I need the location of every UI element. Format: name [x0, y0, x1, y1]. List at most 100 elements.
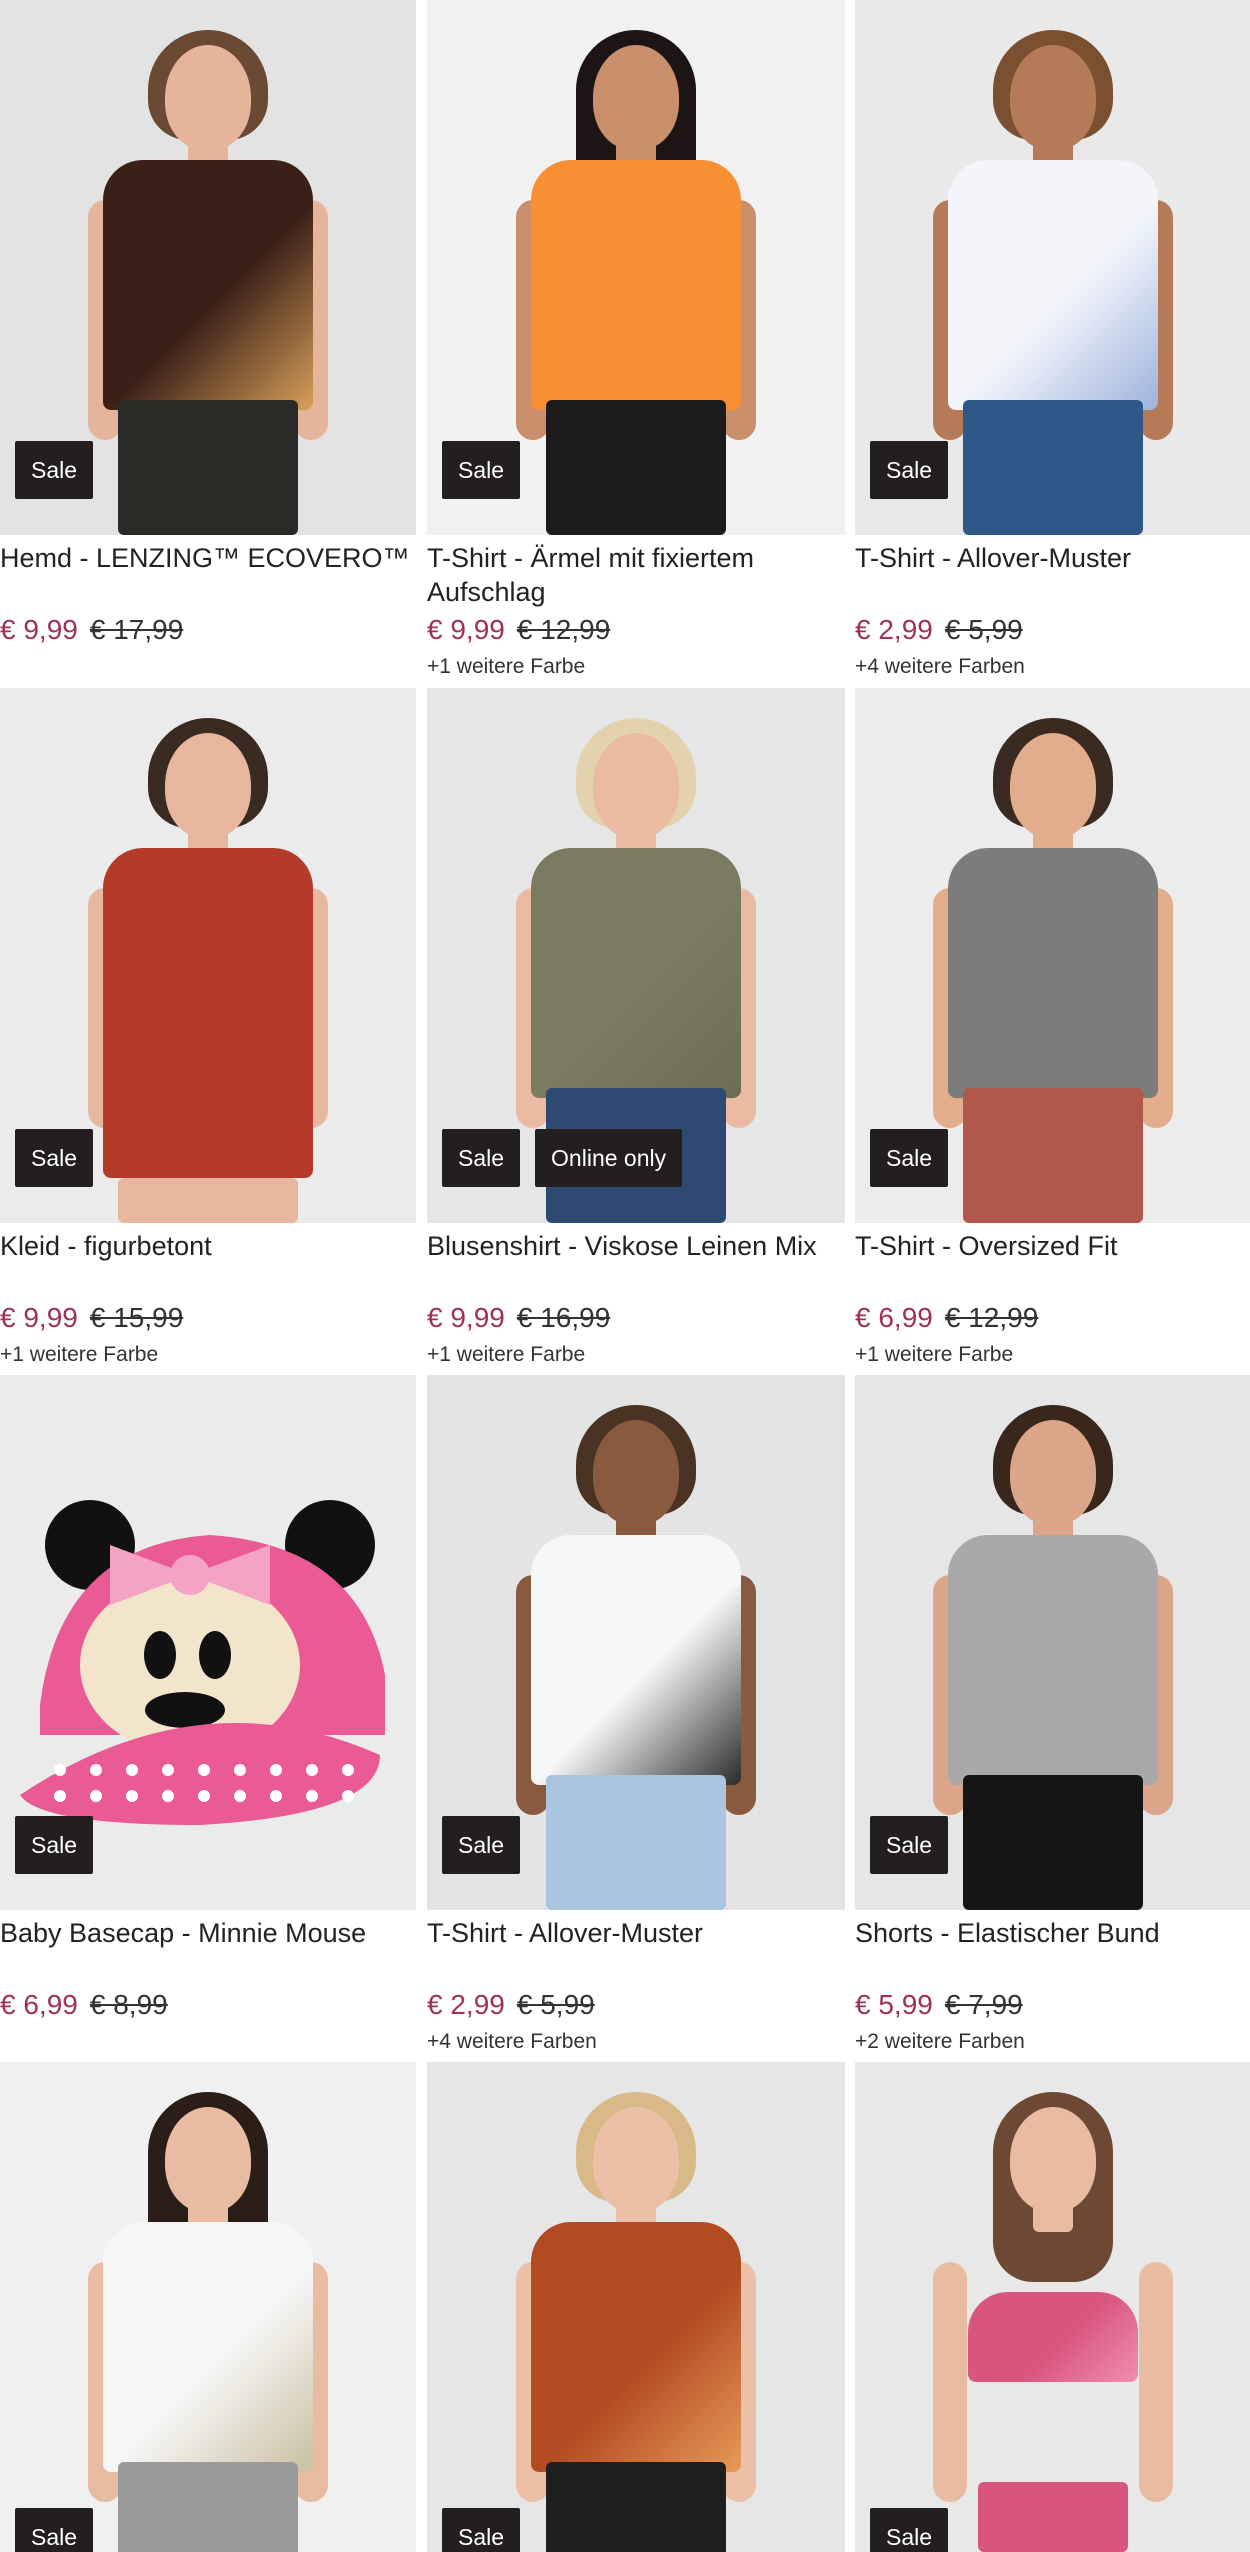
garment-bottom — [546, 2462, 726, 2552]
product-image[interactable]: Sale — [855, 0, 1250, 535]
product-image[interactable]: Sale — [427, 0, 845, 535]
badge-group: Sale — [870, 1816, 949, 1874]
product-image[interactable]: Sale — [855, 688, 1250, 1223]
badge-group: Sale — [870, 441, 949, 499]
badge-group: Sale — [15, 441, 94, 499]
original-price: € 16,99 — [516, 1302, 611, 1333]
garment-bottom — [546, 400, 726, 535]
garment-bottom — [546, 1775, 726, 1910]
product-title[interactable]: T-Shirt - Ärmel mit fixiertem Aufschlag — [427, 541, 845, 609]
product-title[interactable]: Shorts - Elastischer Bund — [855, 1916, 1250, 1950]
product-card[interactable]: Sale Baby Basecap - Minnie Mouse € 6,99 € 8… — [0, 1375, 416, 2055]
price-block: € 9,99 € 17,99 — [0, 614, 183, 646]
garment-bottom — [962, 400, 1143, 535]
product-image[interactable]: Sale — [0, 2062, 416, 2552]
more-colors-link[interactable]: +1 weitere Farbe — [427, 655, 585, 679]
more-colors-link[interactable]: +1 weitere Farbe — [0, 1343, 158, 1367]
garment-bottom — [118, 400, 298, 535]
product-card[interactable]: Sale Hemd - LENZING™ ECOVERO™ € 9,99 € 17,9… — [0, 0, 416, 680]
product-image[interactable]: Sale Online only — [427, 688, 845, 1223]
product-image[interactable]: Sale — [0, 688, 416, 1223]
product-card[interactable]: Sale T-Shirt - Allover-Muster € 2,99 € 5,99… — [855, 0, 1250, 680]
price-block: € 6,99 € 8,99 — [0, 1989, 168, 2021]
sale-badge: Sale — [442, 441, 521, 499]
garment-top — [531, 160, 741, 410]
sale-badge: Sale — [870, 441, 949, 499]
product-title[interactable]: Blusenshirt - Viskose Leinen Mix — [427, 1229, 845, 1263]
product-image[interactable]: Sale — [427, 2062, 845, 2552]
badge-group: Sale — [442, 1816, 521, 1874]
original-price: € 15,99 — [89, 1302, 184, 1333]
product-card[interactable]: Sale T-Shirt - Allover-Muster € 2,99 € 5,99… — [427, 1375, 845, 2055]
more-colors-link[interactable]: +1 weitere Farbe — [427, 1343, 585, 1367]
product-title[interactable]: Kleid - figurbetont — [0, 1229, 416, 1263]
more-colors-link[interactable]: +1 weitere Farbe — [855, 1343, 1013, 1367]
garment-bottom — [977, 2482, 1128, 2552]
more-colors-link[interactable]: +2 weitere Farben — [855, 2030, 1025, 2054]
original-price: € 12,99 — [516, 614, 611, 645]
badge-group: Sale — [442, 441, 521, 499]
garment-top — [947, 1535, 1158, 1785]
sale-badge: Sale — [15, 2508, 94, 2552]
more-colors-link[interactable]: +4 weitere Farben — [427, 2030, 597, 2054]
product-card[interactable]: Sale — [0, 2062, 416, 2552]
product-card[interactable]: Sale T-Shirt - Ärmel mit fixiertem Aufsch… — [427, 0, 845, 680]
product-image[interactable]: Sale — [427, 1375, 845, 1910]
product-card[interactable]: Sale T-Shirt - Oversized Fit € 6,99 € 12,99… — [855, 688, 1250, 1368]
badge-group: Sale — [15, 2508, 94, 2552]
product-title[interactable]: Hemd - LENZING™ ECOVERO™ — [0, 541, 416, 575]
face — [593, 733, 679, 838]
product-card[interactable]: Sale Shorts - Elastischer Bund € 5,99 € 7,9… — [855, 1375, 1250, 2055]
product-image[interactable]: Sale — [855, 2062, 1250, 2552]
face — [165, 733, 251, 838]
price-block: € 2,99 € 5,99 — [427, 1989, 595, 2021]
garment-top — [531, 848, 741, 1098]
badge-group: Sale — [15, 1816, 94, 1874]
face — [593, 2107, 679, 2212]
more-colors-link[interactable]: +4 weitere Farben — [855, 655, 1025, 679]
original-price: € 17,99 — [89, 614, 184, 645]
badge-group: Sale — [442, 2508, 521, 2552]
original-price: € 12,99 — [944, 1302, 1039, 1333]
garment-top — [103, 2222, 313, 2472]
face — [1009, 733, 1096, 838]
original-price: € 5,99 — [944, 614, 1023, 645]
sale-price: € 2,99 — [855, 614, 933, 645]
face — [1009, 2107, 1096, 2212]
arm-left — [932, 2262, 967, 2502]
neck — [1032, 2202, 1073, 2232]
face — [1009, 1420, 1096, 1525]
sale-badge: Sale — [870, 1816, 949, 1874]
product-image[interactable]: Sale — [0, 0, 416, 535]
garment-top — [947, 160, 1158, 410]
sale-badge: Sale — [15, 441, 94, 499]
sale-price: € 6,99 — [0, 1989, 78, 2020]
garment-top — [947, 848, 1158, 1098]
sale-price: € 6,99 — [855, 1302, 933, 1333]
original-price: € 5,99 — [516, 1989, 595, 2020]
price-block: € 9,99 € 12,99 — [427, 614, 610, 646]
sale-badge: Sale — [442, 1129, 521, 1187]
product-card[interactable]: Sale Kleid - figurbetont € 9,99 € 15,99 +1 w… — [0, 688, 416, 1368]
product-title[interactable]: T-Shirt - Oversized Fit — [855, 1229, 1250, 1263]
sale-badge: Sale — [870, 2508, 949, 2552]
product-title[interactable]: Baby Basecap - Minnie Mouse — [0, 1916, 416, 1950]
product-title[interactable]: T-Shirt - Allover-Muster — [855, 541, 1250, 575]
badge-group: Sale — [870, 2508, 949, 2552]
badge-group: Sale — [15, 1129, 94, 1187]
product-card[interactable]: Sale — [855, 2062, 1250, 2552]
garment-top — [103, 160, 313, 410]
product-card[interactable]: Sale — [427, 2062, 845, 2552]
product-title[interactable]: T-Shirt - Allover-Muster — [427, 1916, 845, 1950]
badge-group: Sale Online only — [442, 1129, 683, 1187]
price-block: € 9,99 € 16,99 — [427, 1302, 610, 1334]
sale-price: € 9,99 — [427, 614, 505, 645]
garment-bottom — [962, 1088, 1143, 1223]
sale-badge: Sale — [442, 1816, 521, 1874]
product-image[interactable]: Sale — [855, 1375, 1250, 1910]
product-image[interactable]: Sale — [0, 1375, 416, 1910]
sale-price: € 9,99 — [0, 1302, 78, 1333]
sale-price: € 9,99 — [0, 614, 78, 645]
product-card[interactable]: Sale Online only Blusenshirt - Viskose Lei… — [427, 688, 845, 1368]
garment-top — [103, 848, 313, 1178]
